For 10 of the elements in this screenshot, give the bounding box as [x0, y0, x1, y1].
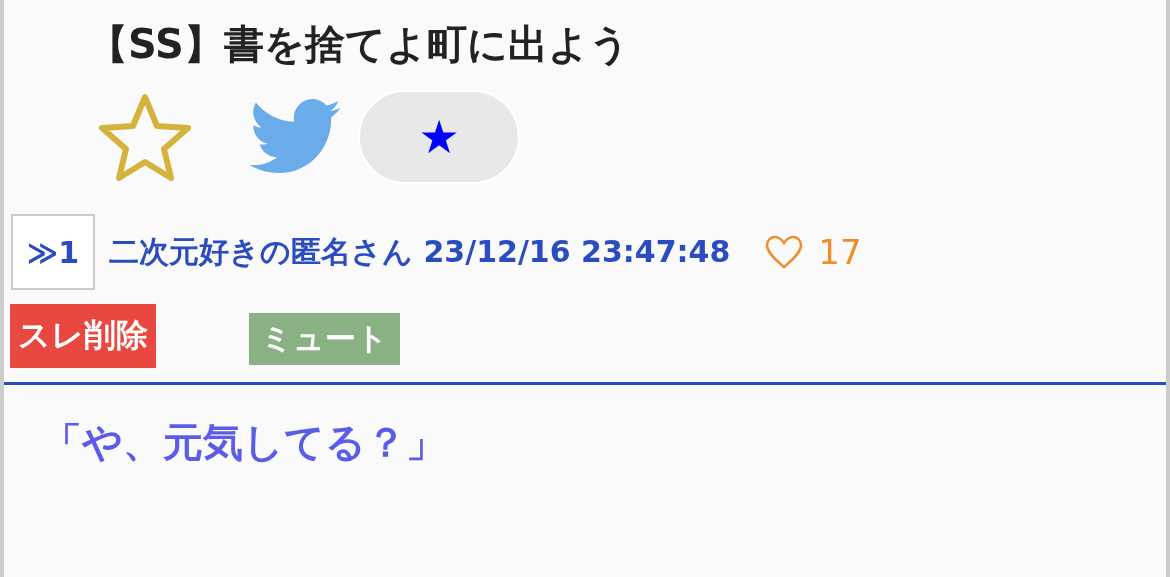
post-anchor[interactable]: ≫1 [11, 214, 95, 290]
post-body: 「や、元気してる？」 [41, 418, 447, 467]
post-author-date: 二次元好きの匿名さん 23/12/16 23:47:48 [109, 232, 731, 271]
heart-icon[interactable] [764, 234, 805, 270]
delete-thread-button[interactable]: スレ削除 [10, 304, 156, 368]
thread-title: 【SS】書を捨てよ町に出よう [87, 20, 631, 69]
like-count: 17 [818, 232, 862, 272]
favorite-button[interactable]: ★ [358, 90, 520, 184]
favorite-star-icon[interactable] [98, 93, 192, 181]
twitter-bird-icon[interactable] [248, 99, 342, 175]
